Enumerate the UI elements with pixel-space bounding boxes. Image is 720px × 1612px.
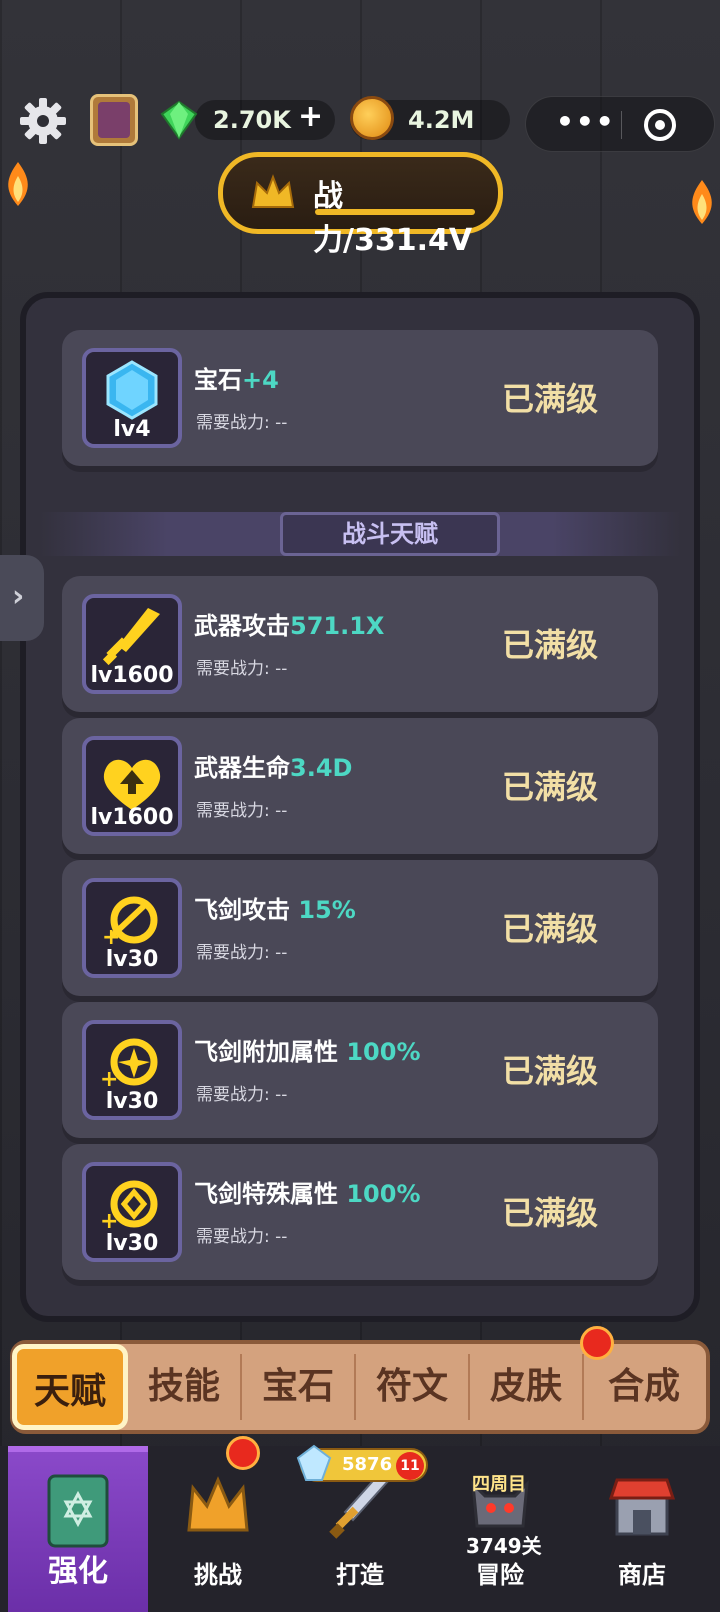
- tab-skin[interactable]: 皮肤: [470, 1344, 582, 1430]
- level-label: lv30: [105, 947, 159, 972]
- nav-label: 强化: [48, 1554, 108, 1589]
- card-value: 15%: [290, 896, 356, 924]
- max-level-label: 已满级: [502, 1194, 599, 1232]
- crown-coin-icon: [350, 96, 394, 140]
- card-title: 飞剑攻击 15%: [194, 890, 356, 925]
- nav-label: 商店: [618, 1561, 666, 1589]
- max-level-label: 已满级: [502, 768, 599, 806]
- side-expand-tab[interactable]: ›: [0, 555, 44, 641]
- add-gems-button[interactable]: +: [298, 102, 323, 132]
- crown-icon: [187, 1476, 249, 1532]
- power-banner[interactable]: 战力/331.4V: [218, 152, 503, 258]
- adventure-week-label: 四周目: [472, 1474, 526, 1495]
- gem-upgrade-icon: lv4: [82, 348, 182, 448]
- max-level-label: 已满级: [502, 910, 599, 948]
- card-requirement: 需要战力: --: [196, 1085, 288, 1105]
- card-name: 武器生命: [194, 754, 290, 782]
- card-value: 100%: [338, 1180, 421, 1208]
- card-value: 3.4D: [290, 754, 353, 782]
- miniprogram-capsule: •••: [525, 96, 715, 152]
- nav-label: 冒险: [476, 1561, 524, 1589]
- top-status-bar: 2.70K + 4.2M •••: [0, 90, 720, 152]
- max-level-label: 已满级: [502, 380, 599, 418]
- capsule-divider: [621, 111, 622, 139]
- talent-card-flying-sword-special[interactable]: + lv30 飞剑特殊属性 100% 需要战力: -- 已满级: [62, 1144, 658, 1280]
- crystal-badge-count: 11: [396, 1452, 424, 1480]
- level-label: lv30: [105, 1231, 159, 1256]
- card-name: 宝石: [194, 366, 242, 394]
- tab-talent[interactable]: 天赋: [12, 1344, 128, 1430]
- card-value: 571.1X: [290, 612, 385, 640]
- max-level-label: 已满级: [502, 1052, 599, 1090]
- card-requirement: 需要战力: --: [196, 801, 288, 821]
- crystal-count: 5876: [342, 1454, 393, 1475]
- nav-label: 打造: [336, 1561, 384, 1589]
- level-label: lv4: [113, 417, 151, 442]
- adventure-stage-label: 3749关: [466, 1534, 542, 1558]
- card-title: 宝石+4: [194, 360, 279, 395]
- card-requirement: 需要战力: --: [196, 1227, 288, 1247]
- card-requirement: 需要战力: --: [196, 943, 288, 963]
- close-target-icon[interactable]: [644, 109, 676, 141]
- card-requirement: 需要战力: --: [196, 413, 288, 433]
- right-torch-icon: [692, 180, 712, 224]
- card-value: 100%: [338, 1038, 421, 1066]
- max-level-label: 已满级: [502, 626, 599, 664]
- power-value: 战力/331.4V: [313, 179, 473, 258]
- coin-count: 4.2M: [408, 106, 475, 134]
- flying-sword-attack-icon: + lv30: [82, 878, 182, 978]
- talent-card-flying-sword-bonus[interactable]: + lv30 飞剑附加属性 100% 需要战力: -- 已满级: [62, 1002, 658, 1138]
- section-title: 战斗天赋: [280, 512, 500, 556]
- upgrade-card-gem[interactable]: lv4 宝石+4 需要战力: -- 已满级: [62, 330, 658, 466]
- card-name: 飞剑附加属性: [194, 1038, 338, 1066]
- crystal-counter[interactable]: 5876 11: [296, 1444, 428, 1482]
- notification-dot: [580, 1326, 614, 1360]
- chevron-right-icon: ›: [12, 579, 25, 614]
- card-title: 武器生命3.4D: [194, 748, 352, 783]
- avatar[interactable]: [90, 94, 138, 146]
- talent-card-weapon-attack[interactable]: lv1600 武器攻击571.1X 需要战力: -- 已满级: [62, 576, 658, 712]
- avatar-portrait: [98, 102, 130, 138]
- power-underline: [315, 209, 475, 215]
- category-tabs: 天赋 技能 宝石 符文 皮肤 合成: [10, 1326, 710, 1434]
- section-header: 战斗天赋: [40, 512, 680, 556]
- card-title: 飞剑特殊属性 100%: [194, 1174, 421, 1209]
- shop-icon: [608, 1478, 676, 1536]
- gear-icon[interactable]: [18, 96, 68, 146]
- nav-shop[interactable]: 商店: [572, 1446, 712, 1612]
- tab-gem[interactable]: 宝石: [242, 1344, 354, 1430]
- sword-icon: lv1600: [82, 594, 182, 694]
- spellbook-icon: [47, 1474, 109, 1548]
- level-label: lv30: [105, 1089, 159, 1114]
- nav-challenge[interactable]: 挑战: [148, 1446, 288, 1612]
- green-gem-icon: [160, 100, 198, 140]
- left-torch-icon: [8, 162, 28, 206]
- heart-icon: lv1600: [82, 736, 182, 836]
- tab-skill[interactable]: 技能: [128, 1344, 240, 1430]
- card-name: 武器攻击: [194, 612, 290, 640]
- nav-label: 挑战: [194, 1561, 242, 1589]
- card-requirement: 需要战力: --: [196, 659, 288, 679]
- level-label: lv1600: [90, 663, 174, 688]
- crown-icon: [251, 174, 295, 208]
- card-title: 武器攻击571.1X: [194, 606, 384, 641]
- level-label: lv1600: [90, 805, 174, 830]
- nav-enhance[interactable]: 强化: [8, 1446, 148, 1612]
- card-title: 飞剑附加属性 100%: [194, 1032, 421, 1067]
- flying-sword-bonus-icon: + lv30: [82, 1020, 182, 1120]
- talent-card-weapon-life[interactable]: lv1600 武器生命3.4D 需要战力: -- 已满级: [62, 718, 658, 854]
- card-name: 飞剑攻击: [194, 896, 290, 924]
- gem-count: 2.70K: [213, 106, 291, 134]
- talent-card-flying-sword-attack[interactable]: + lv30 飞剑攻击 15% 需要战力: -- 已满级: [62, 860, 658, 996]
- tab-rune[interactable]: 符文: [356, 1344, 468, 1430]
- challenge-notification-dot: [226, 1436, 260, 1470]
- card-value: +4: [242, 366, 279, 394]
- crystal-icon: [296, 1444, 332, 1481]
- card-name: 飞剑特殊属性: [194, 1180, 338, 1208]
- more-options-icon[interactable]: •••: [556, 105, 616, 138]
- flying-sword-special-icon: + lv30: [82, 1162, 182, 1262]
